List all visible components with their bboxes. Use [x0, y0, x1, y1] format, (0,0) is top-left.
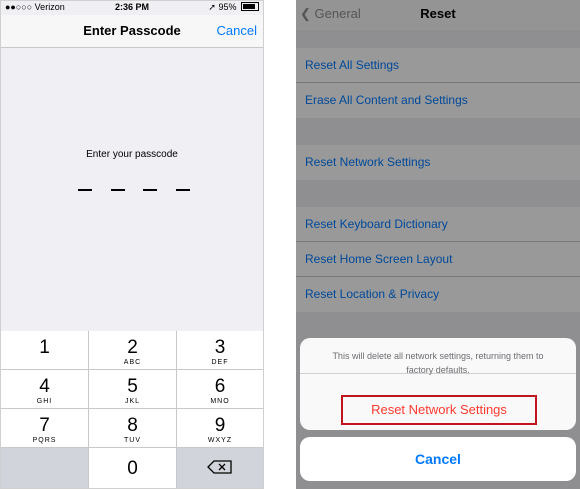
numeric-keypad: 1 2 ABC 3 DEF 4 GHI 5 JKL 6 MNO 7 PQRS 8 — [1, 331, 263, 488]
passcode-digit-slot — [110, 179, 125, 191]
nav-bar: Enter Passcode Cancel — [1, 15, 263, 48]
key-9[interactable]: 9 WXYZ — [177, 409, 263, 448]
key-3[interactable]: 3 DEF — [177, 331, 263, 370]
key-letters: DEF — [211, 359, 229, 366]
key-number: 3 — [214, 337, 226, 358]
passcode-field — [78, 179, 190, 191]
key-number: 1 — [39, 337, 50, 358]
passcode-digit-slot — [175, 179, 190, 191]
sheet-cancel-button[interactable]: Cancel — [300, 437, 576, 481]
action-sheet: This will delete all network settings, r… — [300, 338, 576, 430]
battery-status: ➚ 95% — [208, 2, 259, 13]
key-letters: MNO — [210, 398, 230, 405]
key-letters: PQRS — [32, 437, 57, 444]
status-bar: ●●○○○ Verizon 2:36 PM ➚ 95% — [1, 1, 263, 15]
location-icon: ➚ — [208, 2, 216, 12]
battery-percent: 95% — [218, 2, 237, 12]
key-letters: TUV — [124, 437, 141, 444]
key-number: 6 — [214, 376, 226, 397]
reset-settings-screen: ❮ General Reset Reset All Settings Erase… — [296, 0, 580, 489]
confirm-reset-network-button[interactable]: Reset Network Settings — [341, 395, 537, 425]
key-1[interactable]: 1 — [1, 331, 89, 370]
key-number: 0 — [127, 458, 138, 479]
key-letters: JKL — [124, 398, 141, 405]
battery-icon — [241, 2, 259, 11]
key-number: 2 — [127, 337, 138, 358]
cancel-button[interactable]: Cancel — [217, 23, 257, 38]
key-number: 7 — [39, 415, 50, 436]
passcode-screen: ●●○○○ Verizon 2:36 PM ➚ 95% Enter Passco… — [0, 0, 264, 489]
keypad-blank — [1, 448, 89, 488]
key-6[interactable]: 6 MNO — [177, 370, 263, 409]
key-number: 4 — [39, 376, 50, 397]
key-letters: GHI — [36, 398, 53, 405]
delete-backspace-icon — [207, 460, 232, 474]
key-letters: WXYZ — [207, 437, 233, 444]
key-number: 9 — [214, 415, 226, 436]
key-letters: ABC — [123, 359, 142, 366]
key-4[interactable]: 4 GHI — [1, 370, 89, 409]
passcode-digit-slot — [78, 179, 92, 191]
passcode-digit-slot — [143, 179, 158, 191]
key-7[interactable]: 7 PQRS — [1, 409, 89, 448]
key-number: 5 — [127, 376, 138, 397]
action-sheet-message: This will delete all network settings, r… — [300, 338, 576, 375]
delete-key[interactable] — [177, 448, 263, 488]
key-number: 8 — [127, 415, 138, 436]
passcode-prompt: Enter your passcode — [86, 149, 178, 160]
key-5[interactable]: 5 JKL — [89, 370, 177, 409]
key-8[interactable]: 8 TUV — [89, 409, 177, 448]
key-0[interactable]: 0 — [89, 448, 177, 488]
key-2[interactable]: 2 ABC — [89, 331, 177, 370]
